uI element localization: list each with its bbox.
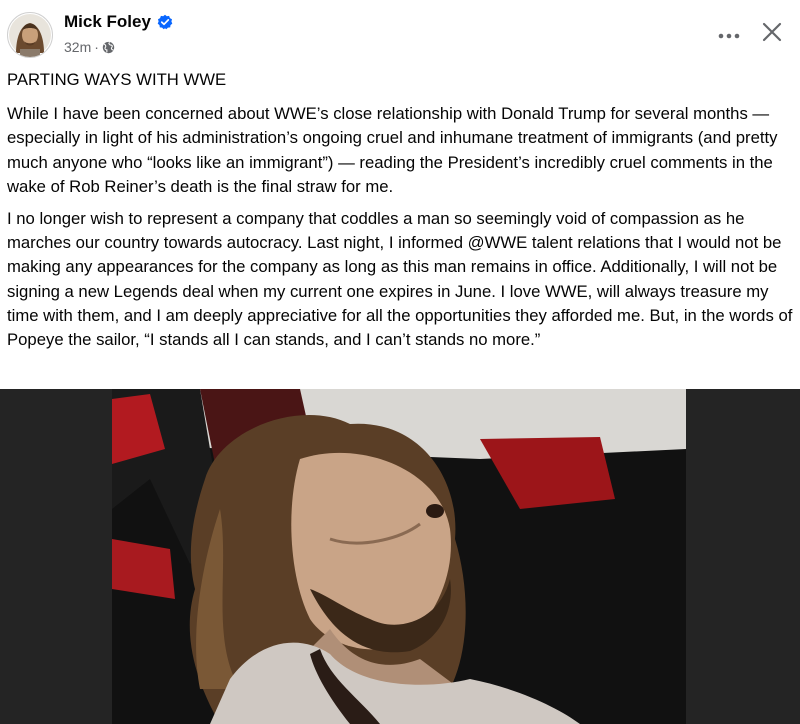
post-body: PARTING WAYS WITH WWE While I have been …: [7, 68, 793, 360]
more-options-button[interactable]: [716, 22, 742, 48]
post-paragraph: While I have been concerned about WWE’s …: [7, 104, 778, 196]
verified-badge-icon: [157, 14, 173, 30]
post-paragraph: I no longer wish to represent a company …: [7, 209, 793, 350]
globe-icon[interactable]: [102, 41, 115, 54]
close-button[interactable]: [758, 20, 786, 48]
post-header: Mick Foley 32m ·: [0, 0, 800, 66]
close-icon: [762, 22, 782, 47]
more-options-icon: [718, 26, 740, 44]
author-name[interactable]: Mick Foley: [64, 12, 151, 32]
meta-separator: ·: [94, 39, 99, 55]
author-avatar[interactable]: [7, 12, 53, 58]
post-title: PARTING WAYS WITH WWE: [7, 70, 227, 89]
post-timestamp[interactable]: 32m: [64, 39, 91, 55]
author-name-row: Mick Foley: [64, 12, 173, 32]
post-meta: 32m ·: [64, 39, 115, 55]
post-photo[interactable]: [0, 389, 800, 724]
